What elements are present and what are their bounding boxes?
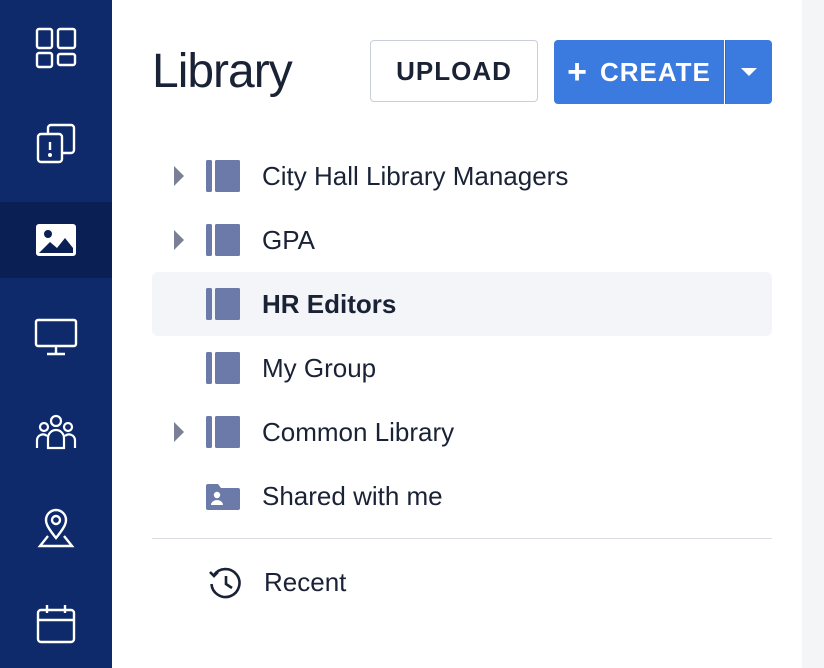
monitor-icon	[34, 318, 78, 356]
tree-item-recent[interactable]: Recent	[152, 550, 772, 614]
expand-arrow-icon[interactable]	[174, 422, 184, 442]
book-icon	[206, 224, 240, 256]
sidebar-nav	[0, 0, 112, 668]
tree-item-label: City Hall Library Managers	[262, 161, 569, 191]
create-button[interactable]: + CREATE	[554, 40, 724, 104]
image-icon	[36, 224, 76, 256]
sidebar-item-alerts[interactable]	[0, 106, 112, 182]
sidebar-item-screens[interactable]	[0, 298, 112, 374]
tree-item-city-hall-library-managers[interactable]: City Hall Library Managers	[152, 144, 772, 208]
divider	[152, 538, 772, 539]
right-panel-edge	[802, 0, 824, 668]
calendar-icon	[36, 605, 76, 644]
sidebar-item-schedule[interactable]	[0, 586, 112, 662]
users-icon	[35, 414, 77, 450]
sidebar-item-dashboard[interactable]	[0, 10, 112, 86]
sidebar-item-library[interactable]	[0, 202, 112, 278]
book-icon	[206, 160, 240, 192]
book-icon	[206, 416, 240, 448]
shared-folder-icon	[206, 484, 240, 510]
history-icon	[209, 567, 241, 599]
library-panel: Library UPLOAD + CREATE City Hall Librar…	[112, 0, 802, 668]
recent-label: Recent	[264, 567, 347, 597]
plus-icon: +	[567, 53, 588, 91]
tree-item-label: Common Library	[262, 417, 455, 447]
book-icon	[206, 288, 240, 320]
location-pin-icon	[37, 508, 75, 548]
dashboard-icon	[35, 27, 77, 69]
page-title: Library	[152, 45, 293, 98]
tree-item-label: Shared with me	[262, 481, 443, 511]
sidebar-item-groups[interactable]	[0, 394, 112, 470]
tree-item-label: My Group	[262, 353, 377, 383]
tree-item-my-group[interactable]: My Group	[152, 336, 772, 400]
caret-down-icon	[741, 68, 757, 76]
upload-button[interactable]: UPLOAD	[370, 40, 538, 102]
alert-cards-icon	[36, 123, 76, 164]
tree-item-label: GPA	[262, 225, 315, 255]
tree-item-shared-with-me[interactable]: Shared with me	[152, 464, 772, 528]
expand-arrow-icon[interactable]	[174, 230, 184, 250]
create-dropdown-button[interactable]	[725, 40, 772, 104]
create-button-label: CREATE	[599, 56, 711, 87]
tree-item-label: HR Editors	[262, 289, 397, 319]
book-icon	[206, 352, 240, 384]
tree-item-gpa[interactable]: GPA	[152, 208, 772, 272]
tree-item-common-library[interactable]: Common Library	[152, 400, 772, 464]
sidebar-item-locations[interactable]	[0, 490, 112, 566]
expand-arrow-icon[interactable]	[174, 166, 184, 186]
tree-item-hr-editors[interactable]: HR Editors	[152, 272, 772, 336]
